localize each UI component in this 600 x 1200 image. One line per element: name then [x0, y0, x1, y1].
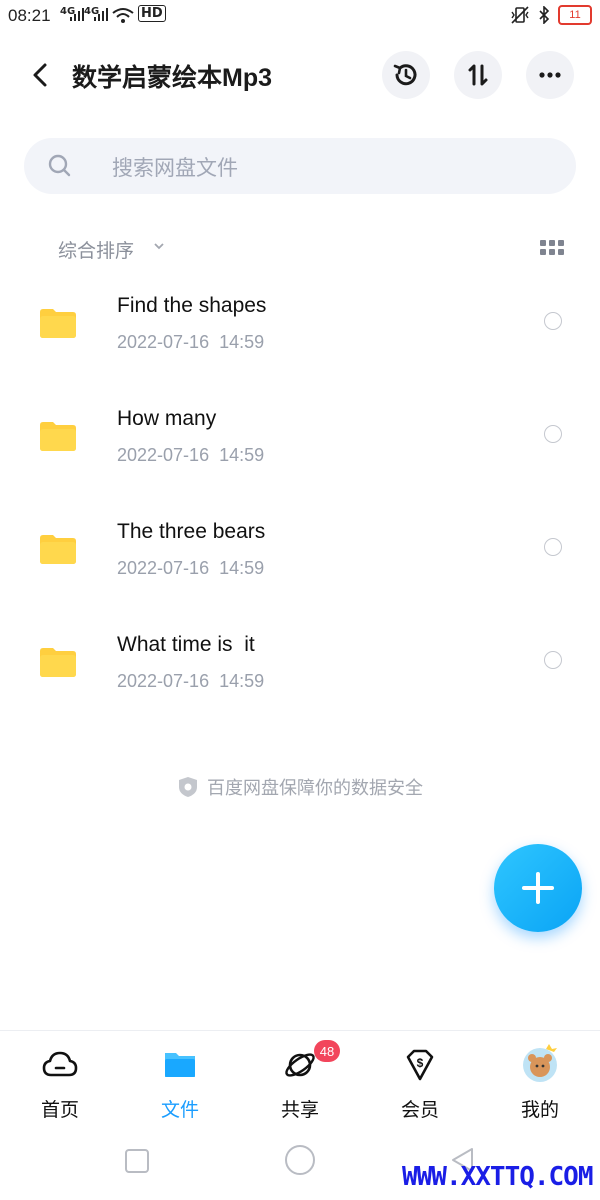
add-button[interactable] [494, 844, 582, 932]
security-note-text: 百度网盘保障你的数据安全 [207, 778, 423, 799]
folder-icon [40, 648, 76, 677]
file-row[interactable]: The three bears 2022-07-16 14:59 [0, 508, 600, 620]
bottom-tab-bar: 首页 文件 共享 $ 会员 我的 [0, 1030, 600, 1131]
search-placeholder: 搜索网盘文件 [112, 156, 238, 180]
watermark-text: WWW.XXTTQ.COM [402, 1162, 593, 1192]
vibrate-icon [511, 6, 529, 24]
file-row[interactable]: How many 2022-07-16 14:59 [0, 395, 600, 507]
folder-icon [40, 535, 76, 564]
folder-icon [40, 309, 76, 338]
recent-apps-icon[interactable] [124, 1148, 150, 1174]
file-date: 2022-07-16 14:59 [117, 558, 265, 578]
select-radio[interactable] [544, 425, 562, 443]
history-button[interactable] [382, 51, 430, 99]
file-date: 2022-07-16 14:59 [117, 671, 265, 691]
tab-share[interactable]: 共享 [240, 1031, 360, 1131]
file-date: 2022-07-16 14:59 [117, 445, 265, 465]
svg-text:$: $ [417, 1056, 424, 1070]
cloud-icon [42, 1051, 78, 1077]
history-icon [393, 64, 417, 86]
search-input[interactable]: 搜索网盘文件 [24, 138, 576, 194]
file-name: The three bears [117, 520, 266, 543]
select-radio[interactable] [544, 538, 562, 556]
tab-label: 会员 [400, 1099, 439, 1121]
tab-label: 我的 [520, 1099, 559, 1121]
hd-badge: HD [138, 5, 166, 22]
select-radio[interactable] [544, 312, 562, 330]
file-name: What time is it [117, 633, 255, 656]
file-name: How many [117, 407, 217, 430]
battery-level: 11 [569, 9, 581, 21]
share-badge: 48 [314, 1040, 340, 1062]
avatar-icon [523, 1044, 557, 1082]
file-name: Find the shapes [117, 294, 267, 317]
folder-icon [40, 422, 76, 451]
battery-indicator: 11 [558, 5, 592, 25]
tab-vip[interactable]: $ 会员 [360, 1031, 480, 1131]
file-row[interactable]: Find the shapes 2022-07-16 14:59 [0, 282, 600, 394]
vip-icon: $ [406, 1049, 434, 1081]
status-bar: 08:21 4G 4G HD 11 [0, 0, 600, 32]
folder-icon [165, 1053, 195, 1077]
tab-home[interactable]: 首页 [0, 1031, 120, 1131]
share-icon [285, 1053, 315, 1077]
more-button[interactable] [526, 51, 574, 99]
more-icon [539, 72, 561, 78]
back-icon[interactable] [26, 58, 56, 92]
wifi-icon [112, 8, 134, 23]
chevron-down-icon[interactable] [152, 240, 166, 252]
tab-mine[interactable]: 我的 [480, 1031, 600, 1131]
transfer-icon [468, 64, 488, 86]
select-radio[interactable] [544, 651, 562, 669]
home-circle-icon[interactable] [284, 1144, 316, 1176]
transfer-button[interactable] [454, 51, 502, 99]
sort-dropdown[interactable]: 综合排序 [58, 236, 134, 263]
search-icon [48, 154, 71, 177]
signal-bars-icon [70, 8, 84, 21]
tab-label: 共享 [280, 1099, 319, 1121]
file-row[interactable]: What time is it 2022-07-16 14:59 [0, 621, 600, 733]
file-date: 2022-07-16 14:59 [117, 332, 265, 352]
signal-bars-icon-2 [94, 8, 108, 21]
tab-files[interactable]: 文件 [120, 1031, 240, 1131]
bluetooth-icon [539, 6, 550, 24]
status-time: 08:21 [8, 6, 51, 25]
plus-icon [522, 872, 554, 904]
security-note: 百度网盘保障你的数据安全 [0, 774, 600, 800]
tab-label: 首页 [40, 1099, 79, 1121]
page-title: 数学启蒙绘本Mp3 [72, 64, 273, 92]
tab-label: 文件 [160, 1099, 199, 1121]
shield-icon [179, 777, 197, 797]
grid-view-icon[interactable] [540, 240, 564, 256]
